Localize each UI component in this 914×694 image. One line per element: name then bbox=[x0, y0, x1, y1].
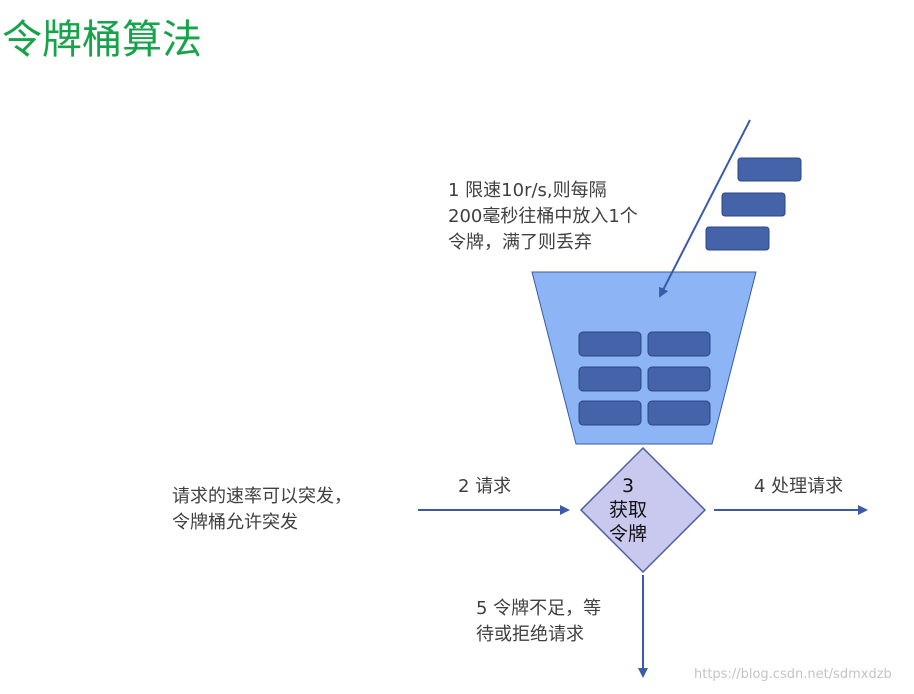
burst-note-line: 请求的速率可以突发， bbox=[172, 486, 352, 507]
incoming-token bbox=[705, 226, 770, 251]
step1-note: 1 限速10r/s,则每隔 200毫秒往桶中放入1个 令牌，满了则丢弃 bbox=[448, 178, 638, 256]
step3-line: 令牌 bbox=[608, 523, 647, 545]
bucket bbox=[531, 271, 757, 445]
incoming-token bbox=[737, 157, 802, 182]
bucket-token bbox=[647, 400, 711, 426]
bucket-token bbox=[578, 331, 642, 357]
page-title: 令牌桶算法 bbox=[2, 17, 202, 63]
bucket-token bbox=[578, 400, 642, 426]
bucket-token bbox=[647, 366, 711, 392]
step5-line: 5 令牌不足，等 bbox=[476, 598, 602, 619]
step1-line: 令牌，满了则丢弃 bbox=[448, 232, 592, 253]
watermark: https://blog.csdn.net/sdmxdzb bbox=[694, 667, 892, 682]
incoming-token bbox=[721, 192, 786, 217]
burst-note-line: 令牌桶允许突发 bbox=[172, 512, 298, 533]
token-bucket-diagram bbox=[418, 119, 868, 678]
step1-line: 200毫秒往桶中放入1个 bbox=[448, 206, 638, 227]
step4-label: 4 处理请求 bbox=[754, 476, 844, 497]
step2-label: 2 请求 bbox=[458, 476, 512, 497]
step3-line: 获取 bbox=[608, 499, 647, 521]
step3-line: 3 bbox=[621, 475, 635, 497]
step5-line: 待或拒绝请求 bbox=[476, 624, 584, 645]
burst-note: 请求的速率可以突发， 令牌桶允许突发 bbox=[172, 484, 352, 536]
step1-line: 1 限速10r/s,则每隔 bbox=[448, 180, 607, 201]
bucket-token bbox=[578, 366, 642, 392]
step5-note: 5 令牌不足，等 待或拒绝请求 bbox=[476, 596, 601, 648]
bucket-token bbox=[647, 331, 711, 357]
step3-label: 3 获取 令牌 bbox=[586, 474, 670, 546]
